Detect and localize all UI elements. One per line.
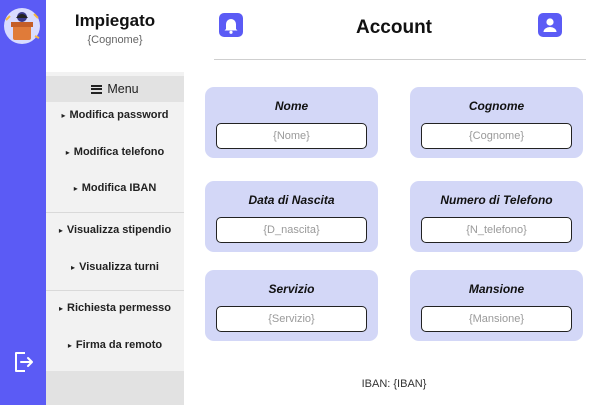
field-card-servizio: Servizio {Servizio} (205, 270, 378, 341)
nome-field[interactable]: {Nome} (216, 123, 367, 149)
field-label: Mansione (468, 282, 525, 296)
sidebar-item-firma-da-remoto[interactable]: ▸ Firma da remoto (46, 326, 184, 364)
field-label: Nome (274, 99, 309, 113)
mansione-field[interactable]: {Mansione} (421, 306, 572, 332)
chevron-right-icon: ▸ (58, 225, 63, 235)
sidebar-item-modifica-password[interactable]: ▸ Modifica password (46, 96, 184, 134)
sidebar-item-label: Visualizza stipendio (66, 224, 172, 236)
sidebar-item-visualizza-stipendio[interactable]: ▸ Visualizza stipendio (46, 211, 184, 249)
chevron-right-icon: ▸ (71, 262, 76, 272)
field-card-data-di-nascita: Data di Nascita {D_nascita} (205, 181, 378, 252)
servizio-field[interactable]: {Servizio} (216, 306, 367, 332)
page-title: Account (356, 17, 432, 38)
field-label: Data di Nascita (248, 193, 335, 207)
sidebar-title: Impiegato (74, 11, 156, 30)
field-card-mansione: Mansione {Mansione} (410, 270, 583, 341)
logout-icon[interactable] (11, 350, 35, 374)
chevron-right-icon: ▸ (59, 303, 64, 313)
chevron-right-icon: ▸ (61, 110, 66, 120)
telefono-field[interactable]: {N_telefono} (421, 217, 572, 243)
field-label: Cognome (468, 99, 525, 113)
menu-label: Menu (107, 82, 139, 96)
cognome-field[interactable]: {Cognome} (421, 123, 572, 149)
data-nascita-field[interactable]: {D_nascita} (216, 217, 367, 243)
chevron-right-icon: ▸ (65, 147, 70, 157)
profile-button[interactable] (538, 13, 562, 37)
sidebar-header: Impiegato {Cognome} (46, 0, 184, 72)
sidebar-subtitle: {Cognome} (87, 34, 143, 46)
sidebar-item-label: Modifica IBAN (81, 182, 157, 194)
field-card-nome: Nome {Nome} (205, 87, 378, 158)
chevron-right-icon: ▸ (73, 183, 78, 193)
sidebar-footer (46, 371, 184, 405)
sidebar-item-visualizza-turni[interactable]: ▸ Visualizza turni (46, 248, 184, 286)
field-label: Servizio (268, 282, 315, 296)
sidebar-item-label: Richiesta permesso (67, 302, 171, 314)
sidebar-item-label: Modifica telefono (73, 146, 165, 158)
sidebar-item-label: Firma da remoto (75, 339, 163, 351)
field-card-numero-di-telefono: Numero di Telefono {N_telefono} (410, 181, 583, 252)
top-bar: Account (214, 0, 586, 60)
field-card-cognome: Cognome {Cognome} (410, 87, 583, 158)
chevron-right-icon: ▸ (67, 340, 72, 350)
sidebar-item-label: Modifica password (69, 109, 169, 121)
employee-logo-icon (4, 8, 40, 44)
iban-text: IBAN: {IBAN} (361, 378, 427, 390)
sidebar: Impiegato {Cognome} Menu ▸ Modifica pass… (46, 0, 184, 405)
hamburger-icon (91, 84, 103, 94)
sidebar-item-richiesta-permesso[interactable]: ▸ Richiesta permesso (46, 289, 184, 327)
field-label: Numero di Telefono (440, 193, 553, 207)
left-rail (0, 0, 46, 405)
sidebar-item-modifica-iban[interactable]: ▸ Modifica IBAN (46, 169, 184, 207)
sidebar-item-modifica-telefono[interactable]: ▸ Modifica telefono (46, 133, 184, 171)
user-icon (543, 18, 557, 32)
sidebar-item-label: Visualizza turni (79, 261, 159, 273)
